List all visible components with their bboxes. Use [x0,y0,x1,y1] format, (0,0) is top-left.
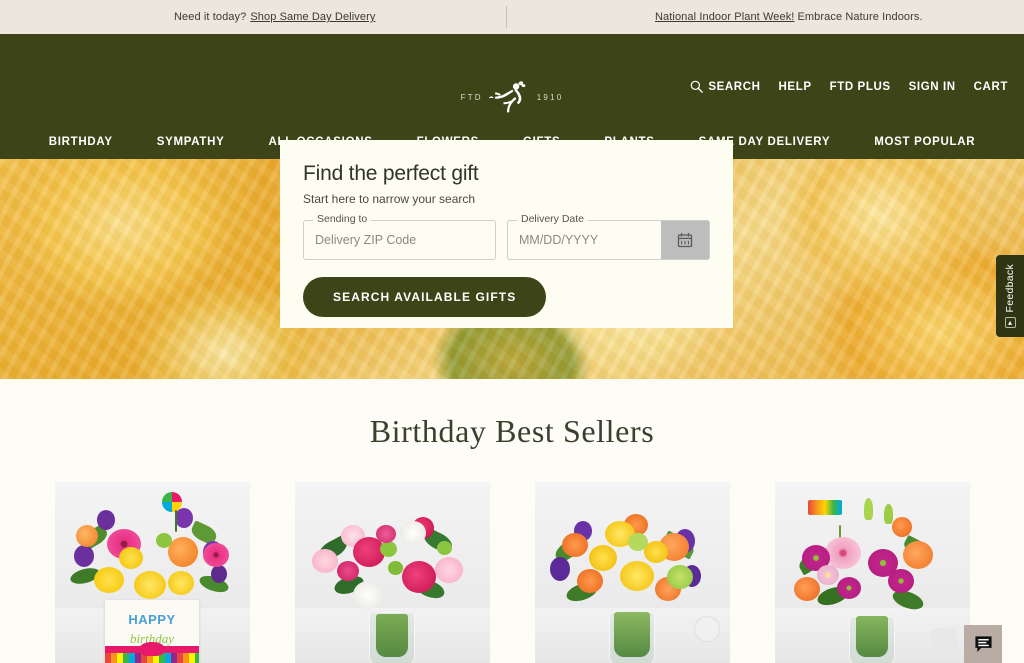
util-nav-help[interactable]: HELP [779,81,812,93]
gift-finder-card: Find the perfect gift Start here to narr… [280,140,733,328]
gift-finder-fields: Sending to Delivery Date [303,214,710,260]
nav-item-sympathy[interactable]: SYMPATHY [135,136,247,148]
product-card[interactable]: Sweet & Pretty Bouquet [294,482,490,663]
product-image-birthday-brights[interactable]: HAPPY birthday [54,482,250,663]
logo-right-text: 1910 [536,92,564,102]
delivery-zip-input[interactable] [304,221,495,259]
gift-finder-title: Find the perfect gift [303,162,479,185]
util-nav-sign-in[interactable]: SIGN IN [909,81,956,93]
search-icon [691,80,704,93]
page-title: Birthday Best Sellers [369,413,655,449]
site-header: FTD 1910 SEARCH HELP FTD PLUS SIGN IN CA… [0,34,1024,124]
product-image-sweet-pretty[interactable] [294,482,490,663]
nav-item-birthday[interactable]: BIRTHDAY [27,136,135,148]
national-indoor-plant-week-link[interactable]: National Indoor Plant Week! [655,11,794,23]
product-image-marmalade-skies[interactable] [534,482,730,663]
delivery-date-label: Delivery Date [517,214,589,225]
promo-message-left: Need it today? Shop Same Day Delivery [0,11,512,23]
giftbox-happy-text: HAPPY [128,611,176,627]
feedback-tab-label: Feedback [1004,264,1016,313]
mercury-runner-icon [488,81,526,113]
promo-divider [506,6,507,28]
util-nav-search-label: SEARCH [708,80,761,93]
delivery-date-field[interactable]: Delivery Date [507,214,710,260]
nav-item-most-popular[interactable]: MOST POPULAR [852,136,997,148]
ftd-logo[interactable]: FTD 1910 [461,80,564,114]
promo-message-right: National Indoor Plant Week! Embrace Natu… [512,11,1024,23]
product-card[interactable]: HAPPY birthday Birthday Brights Bouquet [54,482,250,663]
gift-finder-subtitle: Start here to narrow your search [303,192,476,206]
promo-bar: Need it today? Shop Same Day Delivery Na… [0,0,1024,34]
search-available-gifts-button[interactable]: SEARCH AVAILABLE GIFTS [303,277,547,317]
util-nav-search[interactable]: SEARCH [690,80,760,93]
product-grid: HAPPY birthday Birthday Brights Bouquet [0,482,1024,663]
calendar-icon [677,232,693,248]
product-card[interactable]: Light of My Life Bouquet & Happy [774,482,970,663]
best-sellers-section: Birthday Best Sellers HAPPY birthday [0,379,1024,663]
logo-left-text: FTD [460,92,483,102]
promo-right-tail: Embrace Nature Indoors. [797,11,923,23]
live-chat-button[interactable] [964,625,1002,663]
product-card[interactable]: Marmalade Skies Bouquet [534,482,730,663]
util-nav-ftd-plus[interactable]: FTD PLUS [830,81,891,93]
util-nav-cart[interactable]: CART [974,81,1008,93]
delivery-date-input[interactable] [508,221,661,259]
chat-bubble-icon [974,635,992,652]
feedback-expand-icon: ▴ [1004,316,1016,328]
utility-navigation: SEARCH HELP FTD PLUS SIGN IN CART [690,80,1008,93]
sending-to-field[interactable]: Sending to [303,214,496,260]
product-image-light-of-my-life[interactable] [774,482,970,663]
open-calendar-button[interactable] [661,221,709,259]
shop-same-day-delivery-link[interactable]: Shop Same Day Delivery [250,11,375,23]
feedback-tab[interactable]: Feedback ▴ [996,255,1024,337]
sending-to-label: Sending to [313,214,372,225]
promo-left-prefix: Need it today? [174,11,247,23]
